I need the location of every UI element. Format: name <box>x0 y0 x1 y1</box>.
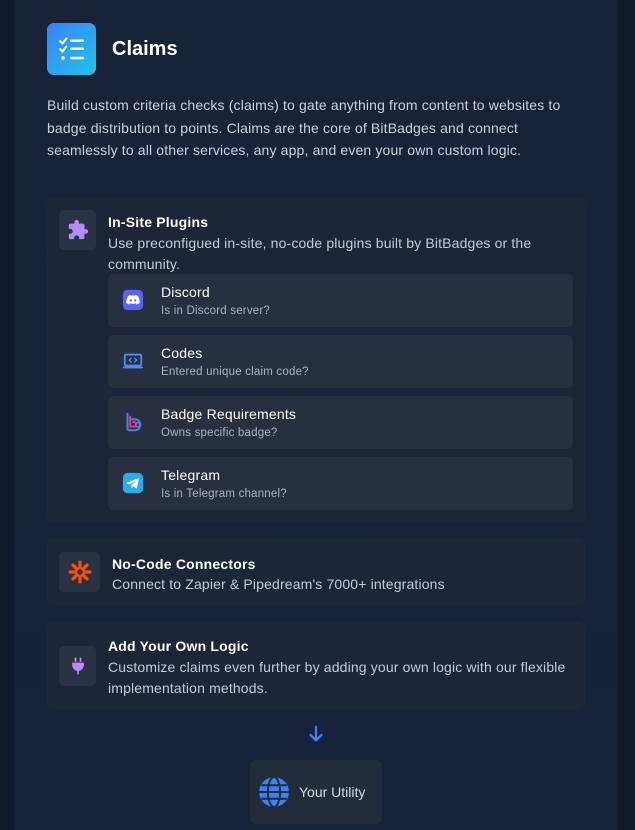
plugin-codes[interactable]: Codes Entered unique claim code? <box>108 335 573 388</box>
no-code-connectors-card: No-Code Connectors Connect to Zapier & P… <box>47 538 585 605</box>
code-laptop-icon <box>121 349 145 373</box>
no-code-connectors-description: Connect to Zapier & Pipedream's 7000+ in… <box>112 576 445 592</box>
globe-icon <box>257 775 291 809</box>
plugin-description: Is in Discord server? <box>161 305 271 317</box>
plugin-description: Owns specific badge? <box>161 427 278 439</box>
plugin-name: Telegram <box>161 467 221 483</box>
puzzle-icon <box>59 210 96 250</box>
checklist-icon <box>47 23 96 75</box>
zapier-icon <box>59 552 100 592</box>
no-code-connectors-title: No-Code Connectors <box>112 556 256 572</box>
own-logic-card: Add Your Own Logic Customize claims even… <box>47 622 585 709</box>
your-utility-label: Your Utility <box>299 784 366 800</box>
plugin-discord[interactable]: Discord Is in Discord server? <box>108 274 573 327</box>
plug-icon <box>59 646 96 686</box>
plugin-description: Is in Telegram channel? <box>161 488 287 500</box>
telegram-icon <box>121 471 145 495</box>
plugin-name: Codes <box>161 345 203 361</box>
in-site-plugins-title: In-Site Plugins <box>108 214 209 230</box>
arrow-down-icon <box>305 723 327 745</box>
own-logic-title: Add Your Own Logic <box>108 638 249 654</box>
bitbadges-icon <box>121 410 145 434</box>
plugin-name: Badge Requirements <box>161 406 297 422</box>
discord-icon <box>121 288 145 312</box>
plugin-badge-requirements[interactable]: Badge Requirements Owns specific badge? <box>108 396 573 449</box>
in-site-plugins-card: In-Site Plugins Use preconfigued in-site… <box>47 198 585 522</box>
claims-header: Claims <box>47 23 178 75</box>
plugin-telegram[interactable]: Telegram Is in Telegram channel? <box>108 457 573 510</box>
plugin-description: Entered unique claim code? <box>161 366 309 378</box>
page-title: Claims <box>112 37 178 60</box>
own-logic-description: Customize claims even further by adding … <box>108 659 566 696</box>
claims-intro: Build custom criteria checks (claims) to… <box>47 97 561 158</box>
your-utility-box[interactable]: Your Utility <box>250 760 382 824</box>
in-site-plugins-description: Use preconfigued in-site, no-code plugin… <box>108 235 532 272</box>
plugin-name: Discord <box>161 284 210 300</box>
